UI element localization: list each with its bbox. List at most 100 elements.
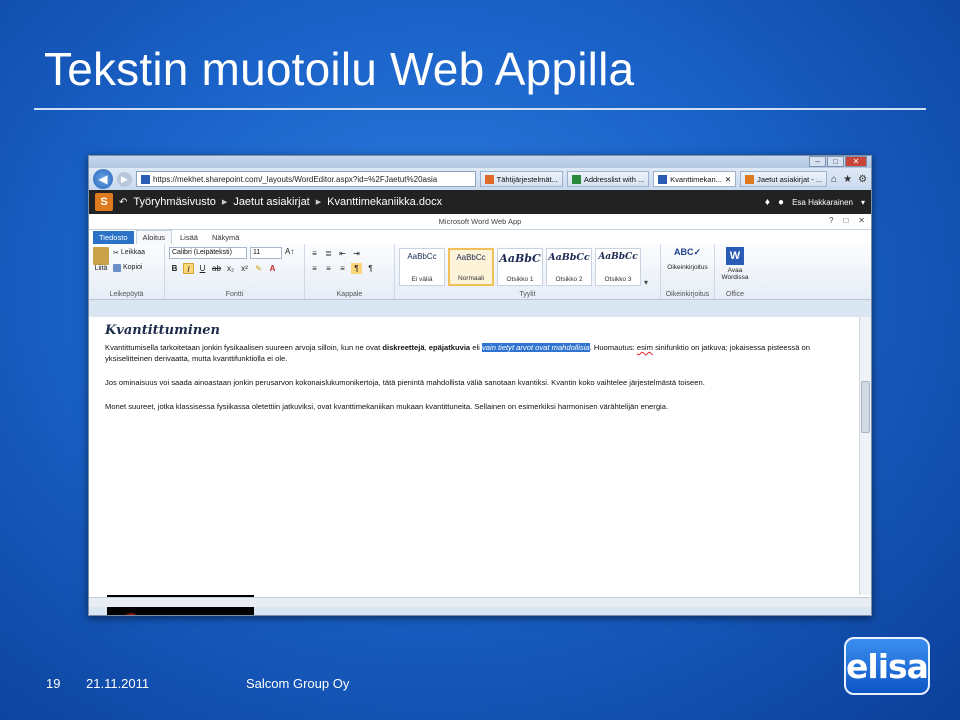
sharepoint-logo-icon: S <box>95 193 113 211</box>
paragraph: Monet suureet, jotka klassisessa fysiika… <box>105 402 669 411</box>
title-divider <box>34 108 926 110</box>
office-group: W Avaa Wordissa Office <box>715 244 755 299</box>
align-right-icon[interactable]: ≡ <box>337 263 348 274</box>
font-name-select[interactable]: Calibri (Leipäteksti) <box>169 247 247 259</box>
misspelled-word: esim <box>636 343 653 352</box>
rtl-icon[interactable]: ¶ <box>365 263 376 274</box>
app-name: Microsoft Word Web App <box>438 217 522 226</box>
browser-tab[interactable]: Tähtijärjestelmät... <box>479 171 563 187</box>
style-heading-3[interactable]: AaBbCc Otsikko 3 <box>595 248 641 286</box>
elisa-logo: elisa <box>844 637 930 695</box>
align-left-icon[interactable]: ≡ <box>309 263 320 274</box>
people-icon[interactable]: ● <box>778 197 784 208</box>
bold-button[interactable]: B <box>169 263 180 274</box>
font-color-icon[interactable]: A <box>267 263 278 274</box>
vertical-scrollbar[interactable] <box>859 317 871 595</box>
copy-icon <box>113 263 121 272</box>
numbering-icon[interactable]: ≣ <box>323 248 334 259</box>
sharepoint-icon <box>745 174 755 184</box>
user-name[interactable]: Esa Hakkarainen <box>792 198 853 207</box>
group-label: Oikeinkirjoitus <box>665 291 710 298</box>
breadcrumb-separator-icon: ▶ <box>315 199 322 206</box>
group-label: Office <box>725 291 745 298</box>
tab-file[interactable]: Tiedosto <box>93 231 134 244</box>
breadcrumb-library[interactable]: Jaetut asiakirjat <box>233 196 309 208</box>
font-size-select[interactable]: 11 <box>250 247 282 259</box>
home-icon[interactable]: ⌂ <box>831 174 837 185</box>
align-center-icon[interactable]: ≡ <box>323 263 334 274</box>
cut-button[interactable]: ✂ Leikkaa <box>113 247 145 258</box>
style-heading-2[interactable]: AaBbCc Otsikko 2 <box>546 248 592 286</box>
browser-window: – □ ✕ ◀ ▶ https://mekhet.sharepoint.com/… <box>88 155 872 616</box>
font-grow-icon[interactable]: A↑ <box>285 247 294 259</box>
spelling-group: ABC✓ Oikeinkirjoitus Oikeinkirjoitus <box>661 244 715 299</box>
document-area[interactable]: Kvantittuminen Kvantittumisella tarkoite… <box>89 317 871 615</box>
gear-icon[interactable]: ⚙ <box>858 174 867 185</box>
page-icon <box>484 174 494 184</box>
group-label: Kappale <box>336 291 363 298</box>
style-no-spacing[interactable]: AaBbCc Ei väliä <box>399 248 445 286</box>
slide-date: 21.11.2011 <box>86 676 150 691</box>
spellcheck-icon: ABC✓ <box>673 247 702 257</box>
tab-insert[interactable]: Lisää <box>174 231 204 244</box>
minimize-button[interactable]: – <box>809 156 826 167</box>
help-button[interactable]: ? <box>829 216 833 225</box>
browser-tab-active[interactable]: Kvanttimekan... ✕ <box>653 171 737 187</box>
tab-home[interactable]: Aloitus <box>135 230 173 244</box>
tag-icon[interactable]: ♦ <box>765 197 770 208</box>
browser-tab[interactable]: Addresslist with ... <box>566 171 650 187</box>
styles-more-icon[interactable]: ▾ <box>644 278 648 287</box>
paste-button[interactable]: Liitä <box>93 247 109 273</box>
ltr-icon[interactable]: ¶ <box>351 263 362 274</box>
close-doc-icon[interactable]: ✕ <box>858 216 865 225</box>
scissors-icon: ✂ <box>113 249 119 257</box>
subscript-button[interactable]: x₂ <box>225 263 236 274</box>
maximize-button[interactable]: □ <box>827 156 844 167</box>
tab-view[interactable]: Näkymä <box>206 231 246 244</box>
excel-icon <box>571 174 581 184</box>
undo-icon[interactable]: ↶ <box>119 197 127 208</box>
slide-title: Tekstin muotoilu Web Appilla <box>44 43 635 95</box>
company-name: Salcom Group Oy <box>246 676 350 691</box>
restore-icon[interactable]: □ <box>843 216 848 225</box>
back-button[interactable]: ◀ <box>93 169 113 189</box>
paragraph-group: ≡ ≣ ⇤ ⇥ ≡ ≡ ≡ ¶ ¶ Kappale <box>305 244 395 299</box>
group-label: Fontti <box>225 291 244 298</box>
superscript-button[interactable]: x² <box>239 263 250 274</box>
browser-tab[interactable]: Jaetut asiakirjat - ... <box>740 171 828 187</box>
styles-group: AaBbCc Ei väliä AaBbCc Normaali AaBbC Otsik… <box>395 244 661 299</box>
status-bar <box>89 597 871 607</box>
indent-icon[interactable]: ⇥ <box>351 248 362 259</box>
clipboard-group: Liitä ✂ Leikkaa Kopioi Leikepöytä <box>89 244 165 299</box>
close-button[interactable]: ✕ <box>845 156 867 167</box>
style-normal[interactable]: AaBbCc Normaali <box>448 248 494 286</box>
word-icon: W <box>726 247 744 265</box>
paragraph: Kvantittumisella tarkoitetaan jonkin fys… <box>105 343 810 363</box>
word-icon <box>140 174 150 184</box>
address-bar[interactable]: https://mekhet.sharepoint.com/_layouts/W… <box>135 171 476 187</box>
star-icon[interactable]: ★ <box>843 174 852 185</box>
ribbon-header: Microsoft Word Web App ? □ ✕ <box>89 214 871 230</box>
copy-button[interactable]: Kopioi <box>113 262 145 273</box>
underline-button[interactable]: U <box>197 263 208 274</box>
group-label: Leikepöytä <box>109 291 144 298</box>
open-in-word-button[interactable]: W Avaa Wordissa <box>719 247 751 281</box>
italic-button[interactable]: I <box>183 263 194 274</box>
strikethrough-button[interactable]: ab <box>211 263 222 274</box>
font-group: Calibri (Leipäteksti) 11 A↑ B I U ab x₂ … <box>165 244 305 299</box>
spelling-button[interactable]: ABC✓ Oikeinkirjoitus <box>665 247 710 271</box>
forward-button[interactable]: ▶ <box>116 171 132 187</box>
outdent-icon[interactable]: ⇤ <box>337 248 348 259</box>
breadcrumb-site[interactable]: Työryhmäsivusto <box>133 196 216 208</box>
close-tab-icon[interactable]: ✕ <box>725 175 731 184</box>
sharepoint-bar: S ↶ Työryhmäsivusto ▶ Jaetut asiakirjat … <box>89 190 871 214</box>
highlight-icon[interactable]: ✎ <box>253 263 264 274</box>
scrollbar-thumb[interactable] <box>861 381 870 433</box>
address-text: https://mekhet.sharepoint.com/_layouts/W… <box>152 174 438 184</box>
style-heading-1[interactable]: AaBbC Otsikko 1 <box>497 248 543 286</box>
bullets-icon[interactable]: ≡ <box>309 248 320 259</box>
paragraph: Jos ominaisuus voi saada ainoastaan jonk… <box>105 378 705 387</box>
window-titlebar: – □ ✕ <box>89 156 871 168</box>
chevron-down-icon[interactable]: ▾ <box>861 198 865 207</box>
word-icon <box>658 174 668 184</box>
